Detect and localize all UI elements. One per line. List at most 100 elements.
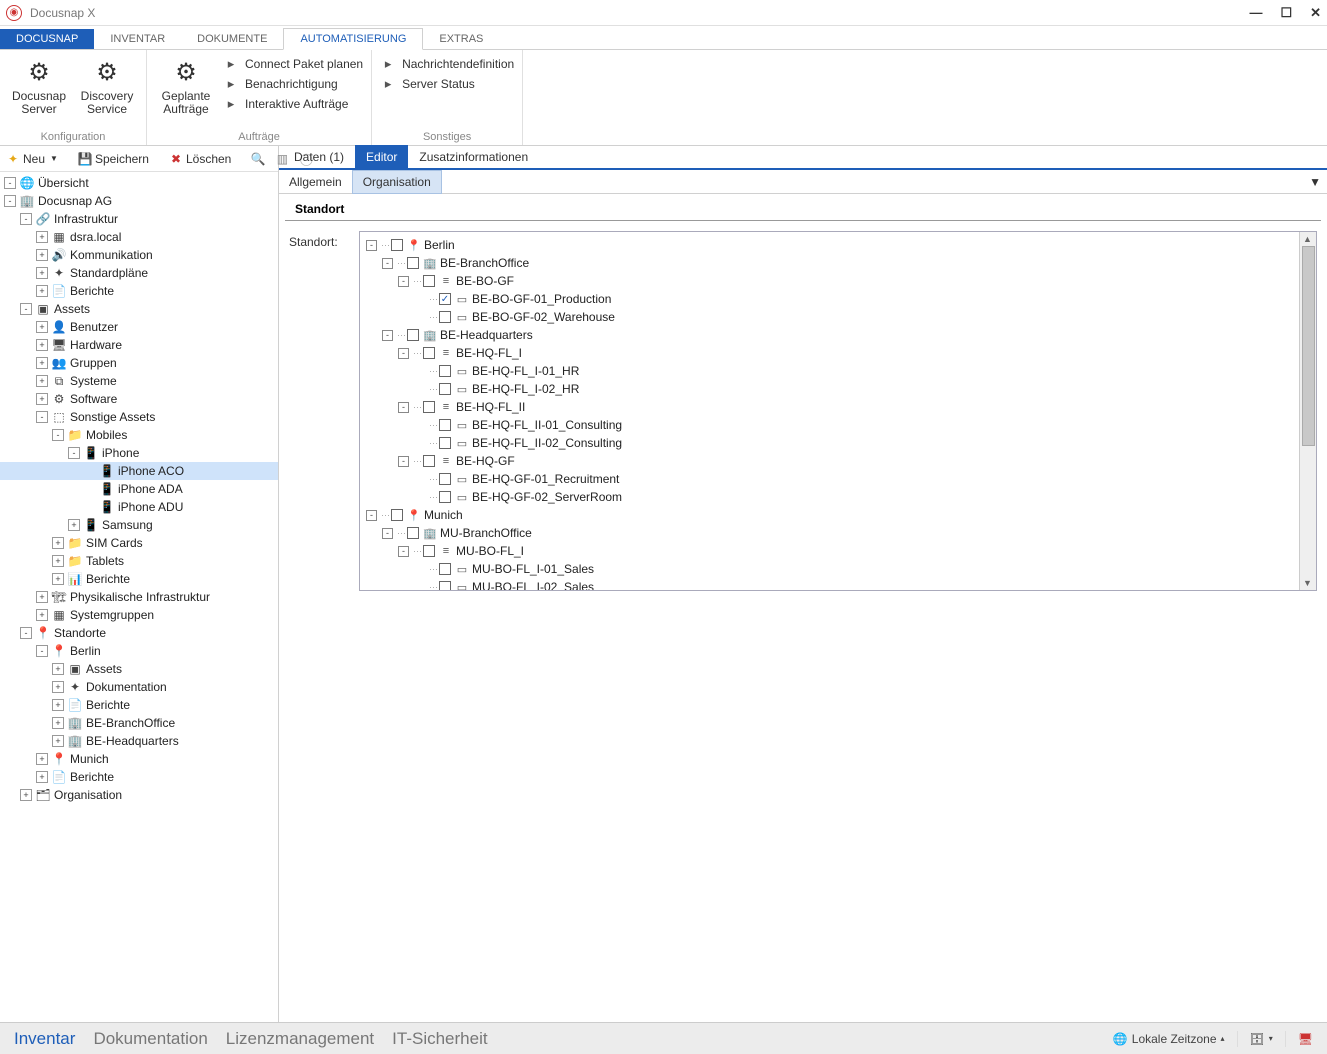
tree-node[interactable]: +📁Tablets [0,552,278,570]
location-node[interactable]: -⋯≡BE-HQ-FL_II [364,398,1295,416]
tree-toggle[interactable]: - [4,195,16,207]
location-node[interactable]: -⋯📍Munich [364,506,1295,524]
tree-toggle[interactable]: - [382,330,393,341]
tree-node[interactable]: -🏢Docusnap AG [0,192,278,210]
ribbon-button[interactable]: ▸Benachrichtigung [223,76,363,92]
minimize-button[interactable]: — [1249,5,1262,20]
tree-node[interactable]: 📱iPhone ADA [0,480,278,498]
tree-toggle[interactable]: - [398,456,409,467]
tree-node[interactable]: +✦Dokumentation [0,678,278,696]
tree-toggle[interactable]: - [68,447,80,459]
location-node[interactable]: -⋯🏢BE-BranchOffice [364,254,1295,272]
bottom-nav-item[interactable]: Lizenzmanagement [226,1029,374,1049]
sub-tab[interactable]: Organisation [352,170,442,194]
ribbon-button[interactable]: ⚙DocusnapServer [8,54,70,116]
tree-node[interactable]: +▦Systemgruppen [0,606,278,624]
tree-toggle[interactable]: + [36,249,48,261]
tree-node[interactable]: -📍Berlin [0,642,278,660]
checkbox[interactable] [439,311,451,323]
checkbox[interactable] [439,563,451,575]
nav-tree[interactable]: -🌐Übersicht-🏢Docusnap AG-🔗Infrastruktur +… [0,172,278,1022]
maximize-button[interactable]: ☐ [1280,5,1292,21]
tree-node[interactable]: +📱Samsung [0,516,278,534]
location-tree[interactable]: -⋯📍Berlin-⋯🏢BE-BranchOffice-⋯≡BE-BO-GF⋯✓… [360,232,1299,590]
tree-toggle[interactable]: + [36,267,48,279]
tree-toggle[interactable]: + [52,735,64,747]
tree-toggle[interactable]: + [52,555,64,567]
checkbox[interactable] [407,257,419,269]
scrollbar[interactable] [1299,232,1316,590]
ribbon-button[interactable]: ▸Nachrichtendefinition [380,56,514,72]
bottom-nav-item[interactable]: Inventar [14,1029,75,1049]
tree-toggle[interactable]: + [36,357,48,369]
tree-toggle[interactable]: + [36,753,48,765]
location-node[interactable]: -⋯≡BE-HQ-GF [364,452,1295,470]
location-node[interactable]: ⋯▭MU-BO-FL_I-02_Sales [364,578,1295,590]
delete-button[interactable]: ✖ Löschen [169,152,231,166]
panel-tab[interactable]: Daten (1) [283,145,355,168]
tree-toggle[interactable]: - [398,276,409,287]
ribbon-button[interactable]: ⚙GeplanteAufträge [155,54,217,116]
tree-node[interactable]: -📍Standorte [0,624,278,642]
checkbox[interactable] [391,509,403,521]
status-db[interactable]: 🗄▾ [1250,1032,1273,1046]
tree-node[interactable]: +📄Berichte [0,282,278,300]
tree-toggle[interactable]: + [36,339,48,351]
location-node[interactable]: -⋯≡BE-BO-GF [364,272,1295,290]
checkbox[interactable] [423,455,435,467]
tree-node[interactable]: 📱iPhone ADU [0,498,278,516]
tree-toggle[interactable]: + [52,573,64,585]
status-server[interactable]: 🖥 [1298,1032,1313,1046]
ribbon-tab-primary[interactable]: Docusnap [0,29,94,49]
ribbon-button[interactable]: ▸Interaktive Aufträge [223,96,363,112]
tree-toggle[interactable]: - [366,240,377,251]
tree-node[interactable]: -📁Mobiles [0,426,278,444]
bottom-nav-item[interactable]: Dokumentation [93,1029,207,1049]
tree-toggle[interactable]: - [398,348,409,359]
ribbon-button[interactable]: ▸Connect Paket planen [223,56,363,72]
checkbox[interactable] [439,581,451,590]
tree-toggle[interactable]: + [36,609,48,621]
tree-toggle[interactable]: - [20,213,32,225]
tree-node[interactable]: +📄Berichte [0,768,278,786]
location-node[interactable]: ⋯▭BE-HQ-FL_II-01_Consulting [364,416,1295,434]
tree-toggle[interactable]: + [52,681,64,693]
checkbox[interactable] [423,401,435,413]
tree-toggle[interactable]: - [20,303,32,315]
tree-node[interactable]: +👥Gruppen [0,354,278,372]
tree-node[interactable]: -🌐Übersicht [0,174,278,192]
tree-toggle[interactable]: - [36,411,48,423]
search-button[interactable]: 🔍 [251,152,265,166]
checkbox[interactable] [439,437,451,449]
checkbox[interactable] [439,383,451,395]
close-button[interactable]: ✕ [1310,5,1321,21]
ribbon-tab[interactable]: EXTRAS [423,29,499,49]
location-node[interactable]: ⋯✓▭BE-BO-GF-01_Production [364,290,1295,308]
tree-toggle[interactable]: - [4,177,16,189]
tree-node[interactable]: -▣Assets [0,300,278,318]
expand-icon[interactable]: ▼ [1309,175,1321,189]
tree-node[interactable]: +🏢BE-Headquarters [0,732,278,750]
status-timezone[interactable]: 🌐 Lokale Zeitzone ▴ [1113,1032,1225,1046]
panel-tab[interactable]: Zusatzinformationen [408,145,539,168]
tree-node[interactable]: -🔗Infrastruktur [0,210,278,228]
checkbox[interactable] [407,527,419,539]
checkbox[interactable] [407,329,419,341]
ribbon-tab[interactable]: INVENTAR [94,29,181,49]
checkbox[interactable] [439,491,451,503]
tree-toggle[interactable]: - [398,546,409,557]
checkbox[interactable] [423,347,435,359]
location-node[interactable]: ⋯▭BE-HQ-FL_I-01_HR [364,362,1295,380]
new-button[interactable]: ✦ Neu ▼ [6,152,58,166]
location-node[interactable]: -⋯📍Berlin [364,236,1295,254]
tree-node[interactable]: +📍Munich [0,750,278,768]
tree-toggle[interactable]: + [36,375,48,387]
location-node[interactable]: ⋯▭BE-HQ-GF-02_ServerRoom [364,488,1295,506]
tree-node[interactable]: +🗂Organisation [0,786,278,804]
tree-node[interactable]: +🖥Hardware [0,336,278,354]
tree-toggle[interactable]: + [52,663,64,675]
location-node[interactable]: -⋯≡BE-HQ-FL_I [364,344,1295,362]
location-node[interactable]: ⋯▭BE-HQ-GF-01_Recruitment [364,470,1295,488]
panel-tab[interactable]: Editor [355,145,408,168]
location-node[interactable]: -⋯🏢BE-Headquarters [364,326,1295,344]
